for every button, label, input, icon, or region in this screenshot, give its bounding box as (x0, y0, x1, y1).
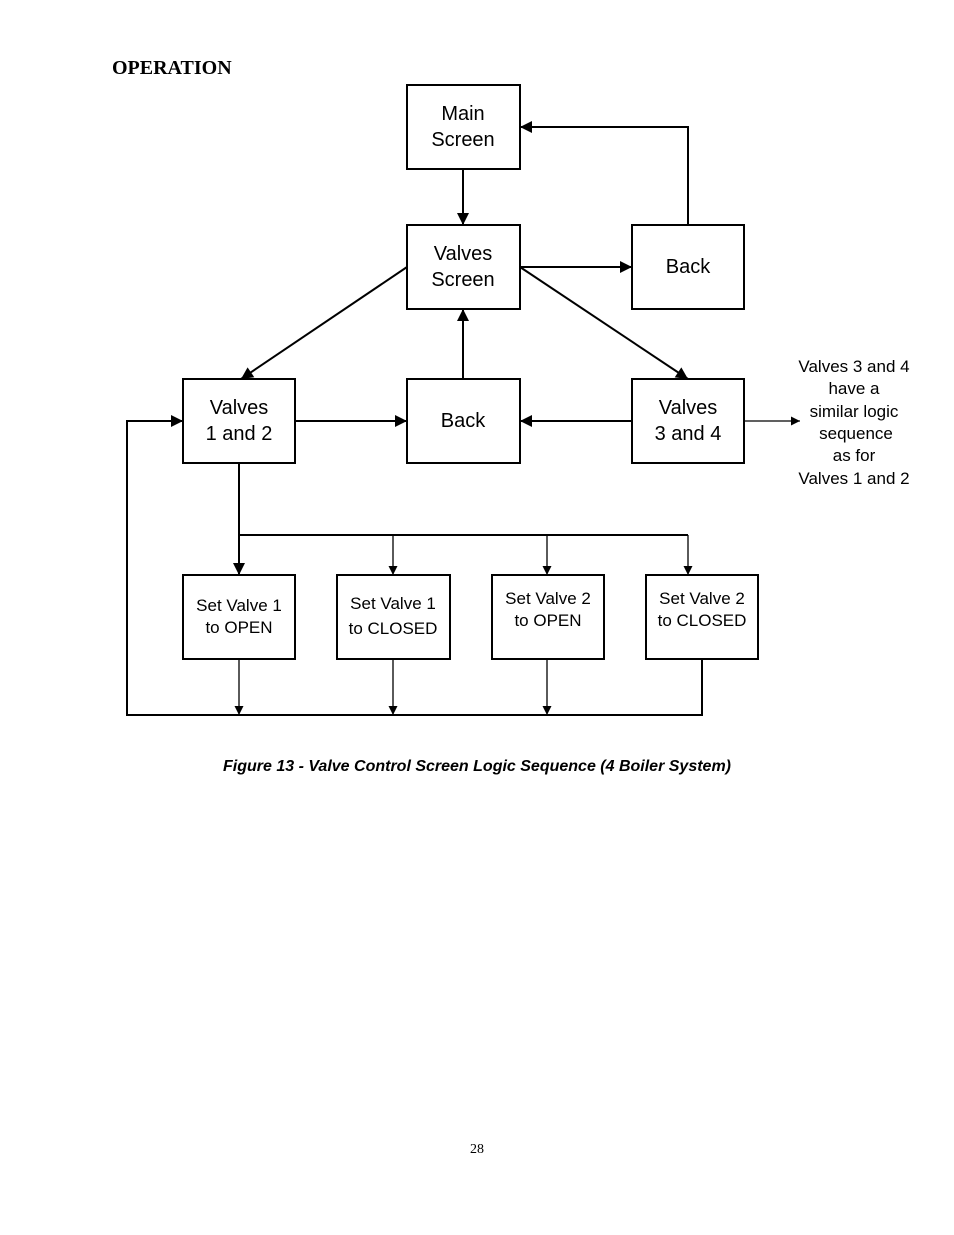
node-label: to CLOSED (658, 611, 747, 630)
node-set-v2-open: Set Valve 2 to OPEN (491, 574, 605, 660)
node-label: Set Valve 1 (196, 596, 282, 615)
node-label: Back (666, 256, 711, 278)
note-line: similar logic (810, 402, 899, 421)
node-label: Main (441, 103, 484, 125)
node-label: to OPEN (514, 611, 581, 630)
node-label: Set Valve 2 (659, 589, 745, 608)
page-number: 28 (470, 1142, 484, 1157)
node-label: to CLOSED (349, 619, 438, 638)
node-valves-1-2: Valves 1 and 2 (182, 378, 296, 464)
node-label: Set Valve 1 (350, 594, 436, 613)
node-set-v2-closed: Set Valve 2 to CLOSED (645, 574, 759, 660)
node-label: Screen (431, 129, 494, 151)
node-label: 3 and 4 (655, 423, 722, 445)
node-label: to OPEN (205, 618, 272, 637)
node-back-top: Back (631, 224, 745, 310)
node-label: Valves (210, 397, 269, 419)
note-line: sequence (819, 424, 893, 443)
figure-caption: Figure 13 - Valve Control Screen Logic S… (223, 758, 731, 775)
edge-return-bus (126, 415, 703, 716)
node-valves-3-4: Valves 3 and 4 (631, 378, 745, 464)
node-label: Set Valve 2 (505, 589, 591, 608)
node-label: Back (441, 410, 486, 432)
note-line: Valves 3 and 4 (798, 357, 909, 376)
flow-diagram: Main Screen Valves Screen Back Valves 1 … (126, 84, 910, 716)
node-set-v1-open: Set Valve 1 to OPEN (182, 574, 296, 660)
node-set-v1-closed: Set Valve 1 to CLOSED (336, 574, 451, 660)
node-valves-screen: Valves Screen (406, 224, 521, 310)
node-label: Valves (434, 243, 493, 265)
note-line: have a (828, 379, 880, 398)
node-main-screen: Main Screen (406, 84, 521, 170)
node-back-mid: Back (406, 378, 521, 464)
edge-back-top-to-main (520, 121, 689, 225)
node-label: 1 and 2 (206, 423, 273, 445)
note-line: as for (833, 446, 876, 465)
edge-valves-screen-to-valves-1-2 (240, 266, 408, 380)
note-line: Valves 1 and 2 (798, 469, 909, 488)
node-label: Screen (431, 269, 494, 291)
side-note: Valves 3 and 4 have a similar logic sequ… (798, 357, 909, 488)
node-label: Valves (659, 397, 718, 419)
